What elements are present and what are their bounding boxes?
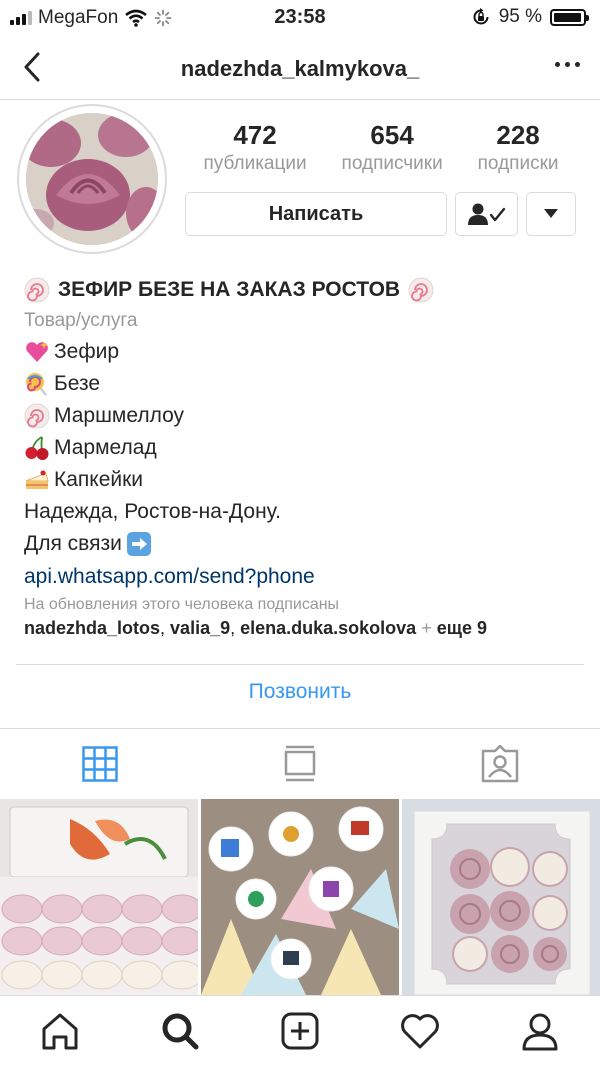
post-thumbnail[interactable]	[201, 799, 399, 995]
avatar-photo	[26, 113, 158, 245]
stat-followers[interactable]: 654 подписчики	[342, 120, 443, 175]
bio-name-row: ЗЕФИР БЕЗЕ НА ЗАКАЗ РОСТОВ	[24, 274, 584, 306]
zephyr-box-photo	[402, 799, 600, 995]
followed-by-more: еще 9	[436, 618, 487, 638]
grid-icon	[82, 746, 118, 782]
stat-following[interactable]: 228 подписки	[478, 120, 559, 175]
bio-category: Товар/услуга	[24, 310, 138, 331]
home-icon	[42, 1013, 78, 1050]
follower-username: nadezhda_lotos	[24, 618, 161, 638]
profile-tabs	[0, 729, 600, 799]
person-check-icon	[467, 203, 505, 225]
call-button[interactable]: Позвонить	[0, 680, 600, 704]
stat-label: подписчики	[341, 153, 443, 174]
stat-value: 654	[370, 120, 414, 150]
fish-cake-emoji-icon	[24, 403, 50, 429]
tagged-icon	[481, 745, 519, 783]
bio-line: Зефир	[24, 336, 584, 368]
profile-header: nadezhda_kalmykova_	[0, 36, 600, 100]
status-bar: MegaFon 23:58 95 %	[0, 0, 600, 36]
lollipop-emoji-icon	[26, 373, 47, 396]
plus-sign: +	[421, 618, 432, 638]
profile-stats: 472 публикации 654 подписчики 228 подпис…	[186, 120, 576, 175]
post-thumbnail[interactable]	[0, 799, 198, 995]
nav-home[interactable]	[0, 996, 120, 1066]
right-arrow-emoji-icon	[126, 532, 151, 556]
bio-line: Надежда, Ростов-на-Дону.	[24, 496, 584, 528]
bio-line: Безе	[24, 368, 584, 400]
triangle-down-icon	[544, 209, 558, 218]
message-button[interactable]: Написать	[185, 192, 447, 236]
bottom-navigation	[0, 995, 600, 1066]
nav-add-post[interactable]	[240, 996, 360, 1066]
more-options-icon[interactable]	[555, 62, 580, 67]
bio-line-text: Надежда, Ростов-на-Дону.	[24, 500, 281, 523]
bio-line-text: Капкейки	[54, 468, 144, 491]
followed-by-caption: На обновления этого человека подписаны	[24, 596, 340, 613]
feed-icon	[284, 745, 316, 782]
followed-by[interactable]: На обновления этого человека подписаны n…	[24, 596, 584, 639]
heart-icon	[401, 1014, 439, 1049]
stat-label: публикации	[203, 153, 307, 174]
search-icon	[162, 1013, 199, 1050]
profile-username: nadezhda_kalmykova_	[180, 56, 420, 81]
status-right: 95 %	[471, 6, 589, 28]
cherries-emoji-icon	[25, 436, 49, 460]
meringue-cookies-photo	[201, 799, 399, 995]
divider	[16, 664, 584, 665]
bio-full-name: ЗЕФИР БЕЗЕ НА ЗАКАЗ РОСТОВ	[58, 278, 401, 301]
suggestions-dropdown-button[interactable]	[526, 192, 576, 236]
bio-line-text: Маршмеллоу	[54, 404, 185, 427]
fish-cake-emoji-icon	[408, 277, 434, 303]
battery-percent: 95 %	[498, 6, 542, 27]
bio-line-text: Для связи	[24, 532, 122, 555]
battery-icon	[550, 8, 589, 26]
followed-by-users: nadezhda_lotos, valia_9, elena.duka.soko…	[24, 618, 487, 638]
stat-posts[interactable]: 472 публикации	[203, 120, 306, 175]
follower-username: elena.duka.sokolova	[240, 618, 417, 638]
posts-grid	[0, 799, 600, 995]
bio-line: Капкейки	[24, 464, 584, 496]
bio-line-text: Зефир	[54, 340, 120, 363]
stat-value: 472	[233, 120, 277, 150]
fish-cake-emoji-icon	[24, 277, 50, 303]
following-button[interactable]	[455, 192, 518, 236]
bio-website-link[interactable]: api.whatsapp.com/send?phone	[24, 560, 584, 594]
nav-activity[interactable]	[360, 996, 480, 1066]
bio-line-text: Мармелад	[54, 436, 157, 459]
tab-feed[interactable]	[200, 729, 400, 799]
nav-profile[interactable]	[480, 996, 600, 1066]
add-icon	[281, 1012, 319, 1050]
follower-username: valia_9	[170, 618, 231, 638]
post-thumbnail[interactable]	[402, 799, 600, 995]
meringue-photo-image	[26, 113, 158, 245]
stat-value: 228	[496, 120, 540, 150]
bio-line-text: Безе	[54, 372, 101, 395]
bio-line: Маршмеллоу	[24, 400, 584, 432]
bio-line: Мармелад	[24, 432, 584, 464]
sparkling-heart-emoji-icon	[26, 341, 48, 362]
rotation-lock-icon	[473, 8, 489, 25]
tab-grid[interactable]	[0, 729, 200, 799]
profile-icon	[522, 1013, 558, 1051]
bio-line: Для связи	[24, 528, 584, 560]
cake-slice-emoji-icon	[25, 470, 49, 489]
profile-avatar[interactable]	[17, 104, 167, 254]
stat-label: подписки	[477, 153, 559, 174]
battery-level	[554, 12, 581, 22]
nav-search[interactable]	[120, 996, 240, 1066]
marshmallow-box-photo	[0, 799, 198, 995]
tab-tagged[interactable]	[400, 729, 600, 799]
profile-bio: ЗЕФИР БЕЗЕ НА ЗАКАЗ РОСТОВ Товар/услуга …	[24, 274, 584, 594]
